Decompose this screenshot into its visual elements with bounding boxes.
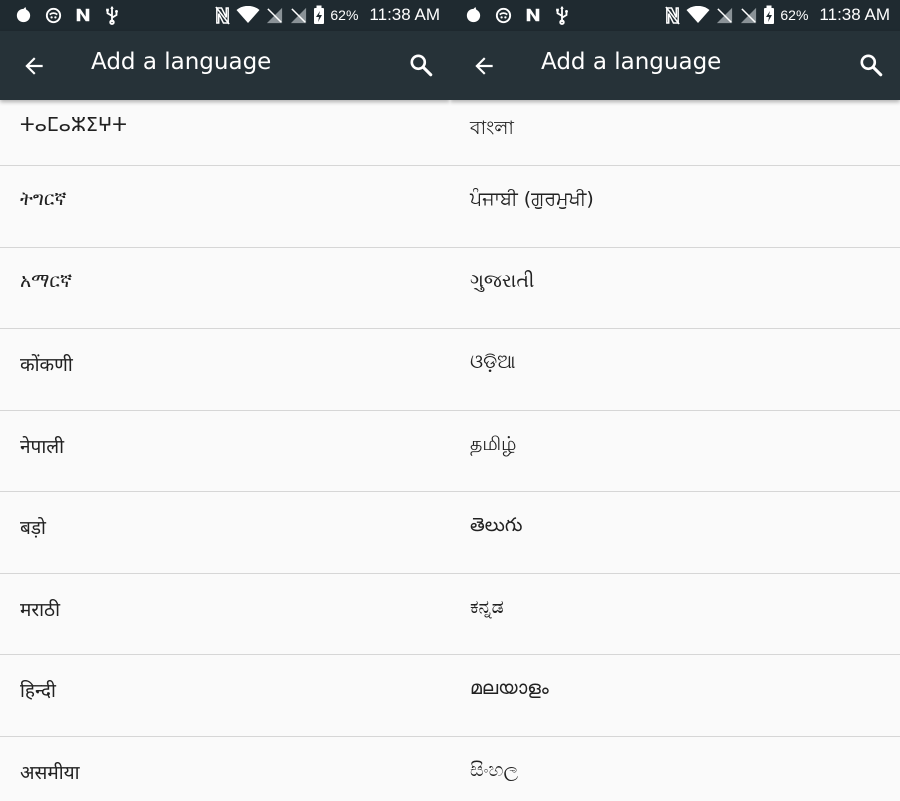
- back-arrow-icon[interactable]: [471, 53, 497, 79]
- language-item[interactable]: ⵜⴰⵎⴰⵣⵉⵖⵜ: [0, 100, 450, 166]
- battery-percent: 62%: [330, 7, 359, 23]
- nfc-icon: [215, 6, 231, 24]
- language-item[interactable]: বাংলা: [450, 100, 900, 166]
- language-item[interactable]: हिन्दी: [0, 655, 450, 737]
- language-label: हिन्दी: [20, 680, 56, 702]
- language-list: ⵜⴰⵎⴰⵣⵉⵖⵜ ትግርኛ አማርኛ कोंकणी नेपाली बड़ो मर…: [0, 100, 450, 801]
- language-label: नेपाली: [20, 435, 65, 458]
- app-notification-icon: [495, 7, 512, 23]
- app-notification-icon: [45, 7, 62, 23]
- nfc-icon: [665, 6, 681, 24]
- language-item[interactable]: සිංහල: [450, 737, 900, 801]
- search-icon[interactable]: [858, 52, 884, 78]
- page-title: Add a language: [91, 49, 272, 75]
- notification-icon: [16, 6, 31, 22]
- language-item[interactable]: ਪੰਜਾਬੀ (ਗੁਰਮੁਖੀ): [450, 166, 900, 248]
- search-icon[interactable]: [408, 52, 434, 78]
- language-label: ਪੰਜਾਬੀ (ਗੁਰਮੁਖੀ): [470, 188, 594, 210]
- language-item[interactable]: ಕನ್ನಡ: [450, 574, 900, 655]
- language-item[interactable]: മലയാളം: [450, 655, 900, 737]
- battery-charging-icon: [314, 5, 325, 24]
- language-item[interactable]: असमीया: [0, 737, 450, 801]
- language-item[interactable]: தமிழ்: [450, 411, 900, 492]
- no-signal-icon: [741, 7, 757, 23]
- no-signal-icon: [717, 7, 733, 23]
- left-screen: 62% 11:38 AM Add a language ⵜⴰⵎⴰⵣⵉⵖⵜ ትግር…: [0, 0, 450, 801]
- language-label: बड़ो: [20, 517, 46, 539]
- wifi-icon: [686, 6, 710, 23]
- no-signal-icon: [291, 7, 307, 23]
- usb-icon: [556, 6, 568, 25]
- language-label: असमीया: [20, 761, 80, 784]
- app-bar: Add a language: [450, 31, 900, 100]
- language-list: বাংলা ਪੰਜਾਬੀ (ਗੁਰਮੁਖੀ) ગુજરાતી ଓଡ଼ିଆ தமி…: [450, 100, 900, 801]
- battery-charging-icon: [764, 5, 775, 24]
- language-label: বাংলা: [470, 117, 514, 139]
- language-label: മലയാളം: [470, 677, 549, 699]
- language-item[interactable]: ትግርኛ: [0, 166, 450, 248]
- right-screen: 62% 11:38 AM Add a language বাংলা ਪੰਜਾਬੀ…: [450, 0, 900, 801]
- language-item[interactable]: ગુજરાતી: [450, 248, 900, 329]
- status-bar: 62% 11:38 AM: [450, 0, 900, 31]
- language-label: සිංහල: [470, 758, 518, 781]
- language-label: ಕನ್ನಡ: [470, 595, 504, 618]
- app-bar: Add a language: [0, 31, 450, 100]
- page-title: Add a language: [541, 49, 722, 75]
- language-item[interactable]: कोंकणी: [0, 329, 450, 411]
- status-bar: 62% 11:38 AM: [0, 0, 450, 31]
- clock: 11:38 AM: [369, 5, 440, 24]
- usb-icon: [106, 6, 118, 25]
- language-label: ⵜⴰⵎⴰⵣⵉⵖⵜ: [20, 114, 127, 136]
- language-label: मराठी: [20, 598, 61, 621]
- language-label: தமிழ்: [470, 432, 517, 455]
- language-label: कोंकणी: [20, 354, 73, 376]
- language-item[interactable]: ଓଡ଼ିଆ: [450, 329, 900, 411]
- language-label: ગુજરાતી: [470, 269, 535, 292]
- n-icon: [526, 8, 540, 22]
- n-icon: [76, 8, 90, 22]
- no-signal-icon: [267, 7, 283, 23]
- language-label: తెలుగు: [470, 514, 523, 536]
- language-item[interactable]: አማርኛ: [0, 248, 450, 329]
- language-item[interactable]: मराठी: [0, 574, 450, 655]
- language-item[interactable]: తెలుగు: [450, 492, 900, 574]
- language-label: ଓଡ଼ିଆ: [470, 351, 516, 373]
- language-label: አማርኛ: [20, 269, 73, 292]
- language-item[interactable]: नेपाली: [0, 411, 450, 492]
- language-label: ትግርኛ: [20, 188, 67, 210]
- back-arrow-icon[interactable]: [21, 53, 47, 79]
- language-item[interactable]: बड़ो: [0, 492, 450, 574]
- battery-percent: 62%: [780, 7, 809, 23]
- notification-icon: [466, 6, 481, 22]
- clock: 11:38 AM: [819, 5, 890, 24]
- wifi-icon: [236, 6, 260, 23]
